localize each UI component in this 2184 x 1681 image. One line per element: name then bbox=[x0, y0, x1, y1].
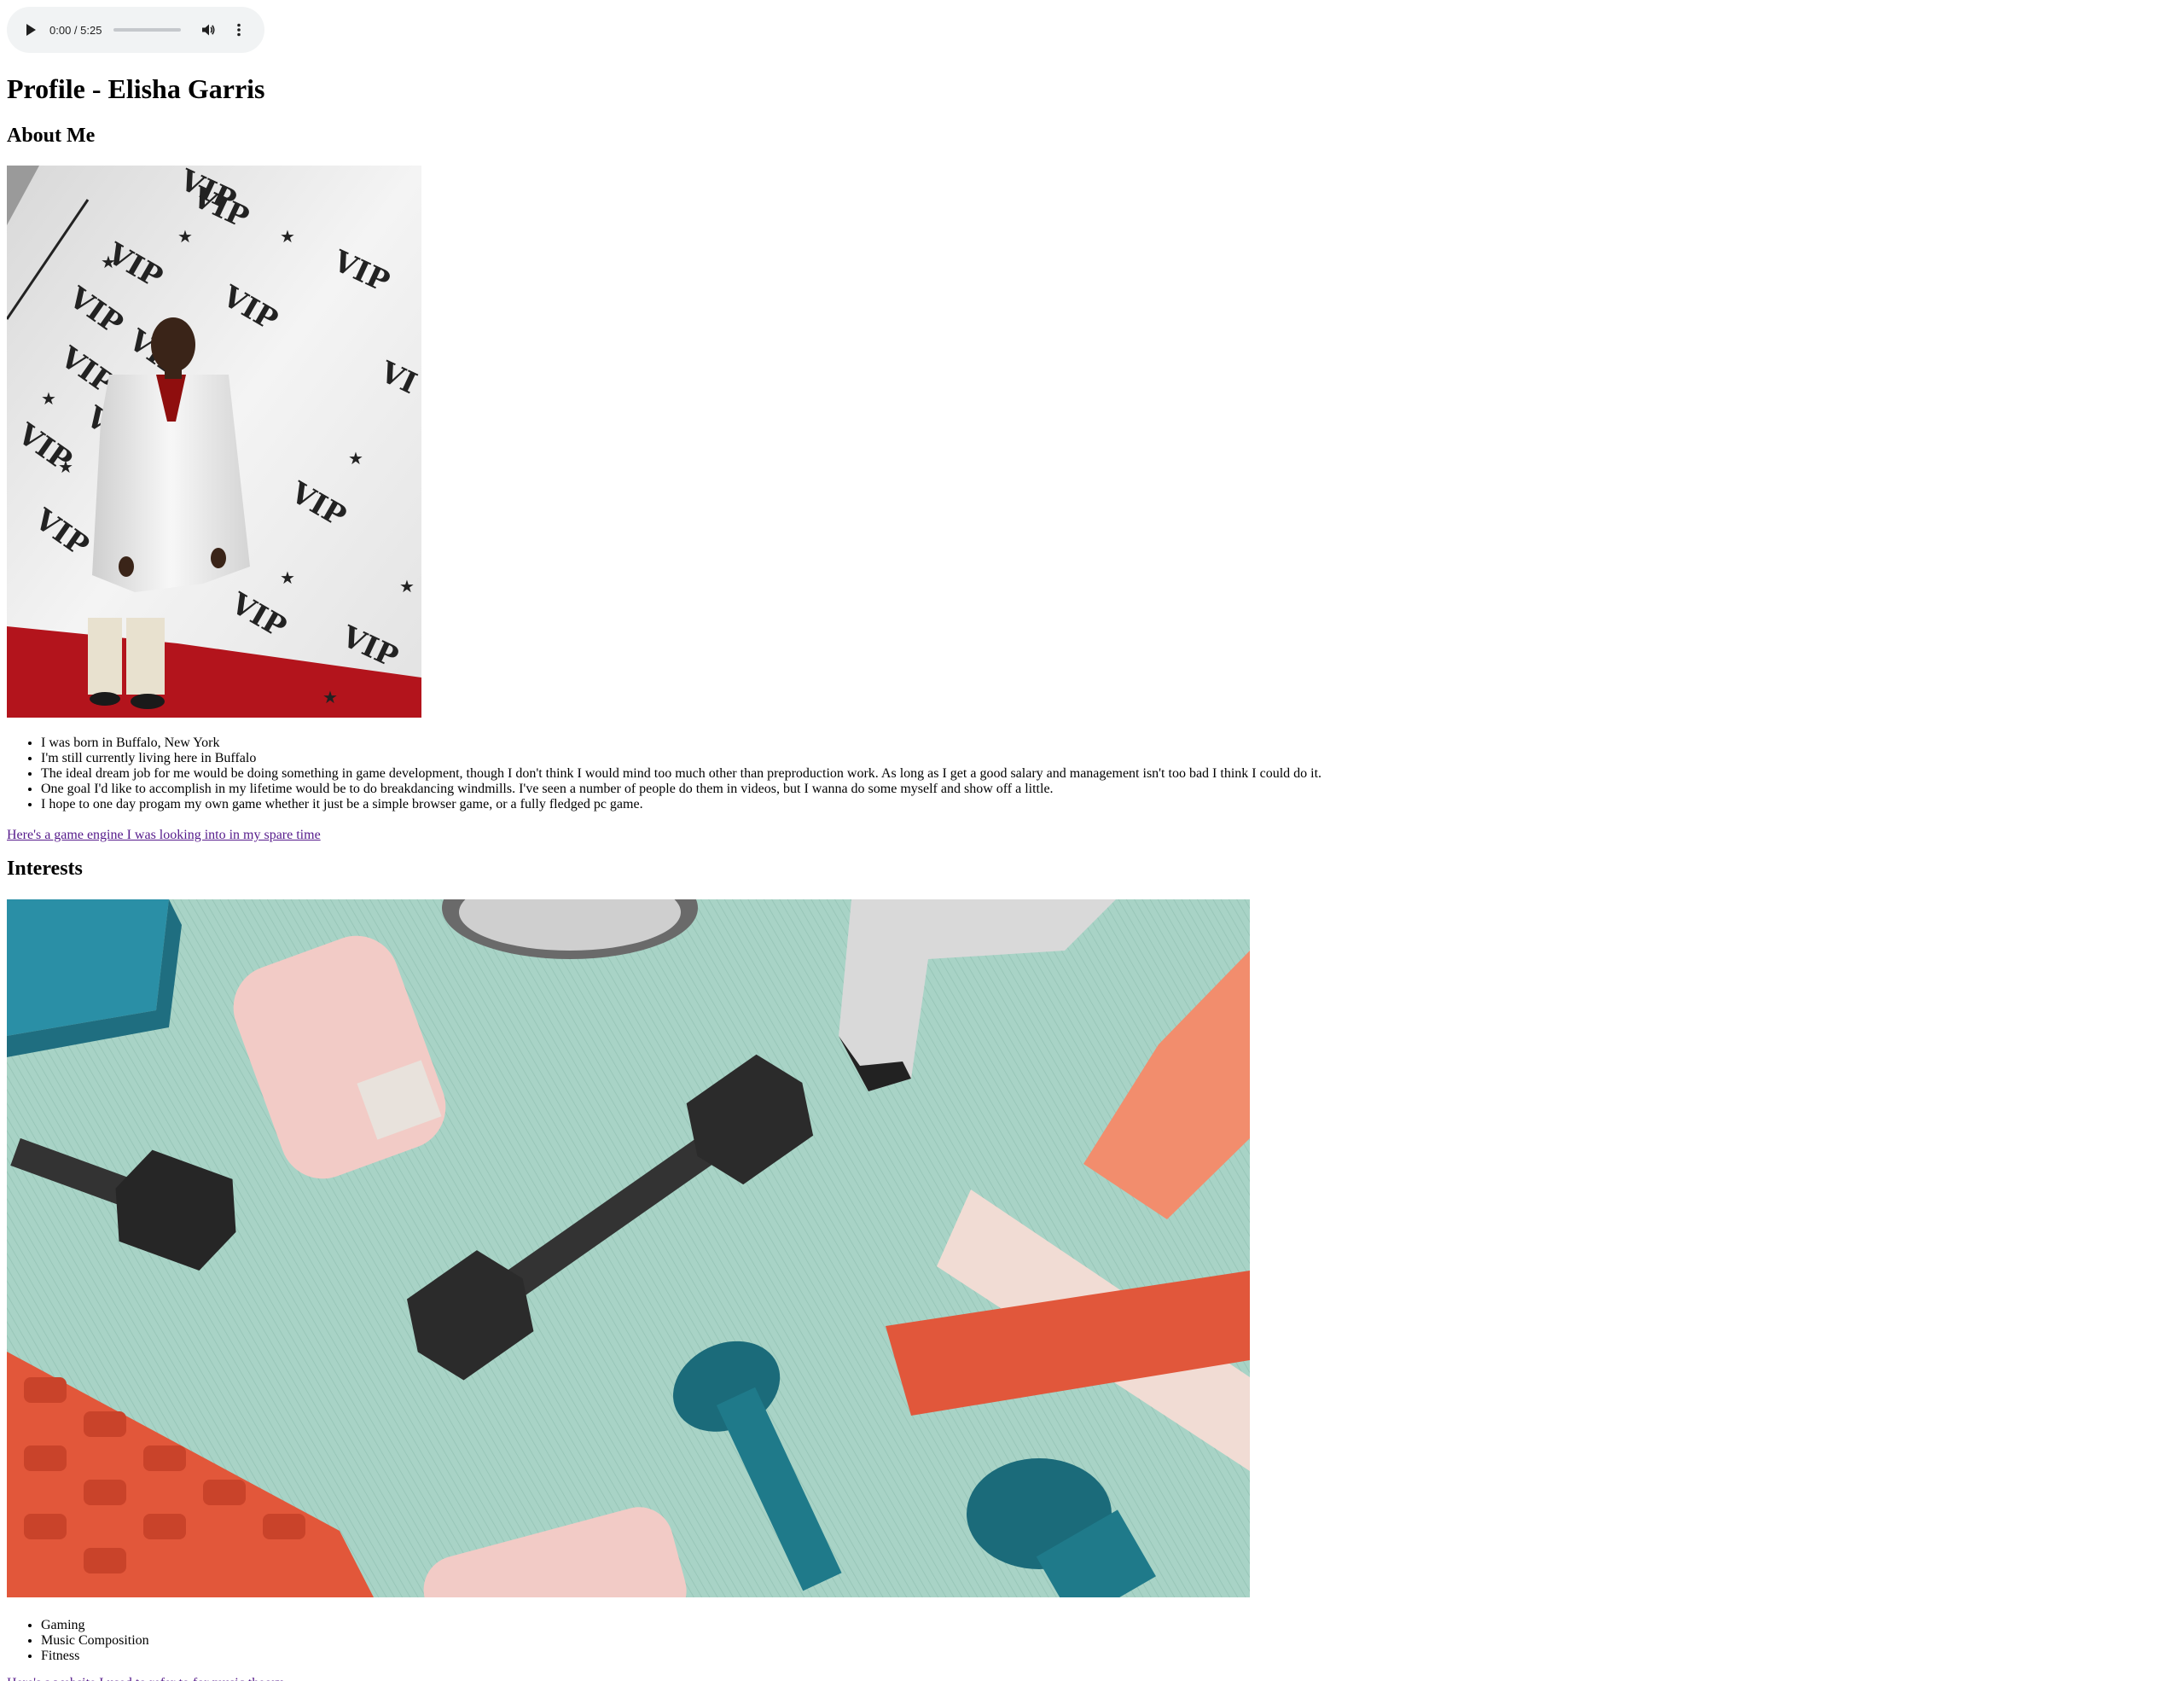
list-item: I was born in Buffalo, New York bbox=[41, 736, 1321, 751]
svg-text:★: ★ bbox=[348, 450, 363, 468]
list-item: I'm still currently living here in Buffa… bbox=[41, 751, 1321, 766]
about-list: I was born in Buffalo, New York I'm stil… bbox=[7, 736, 1321, 812]
audio-player[interactable]: 0:00 / 5:25 bbox=[7, 7, 264, 53]
list-item: One goal I'd like to accomplish in my li… bbox=[41, 782, 1321, 797]
interests-heading: Interests bbox=[7, 858, 83, 880]
list-item: Gaming bbox=[41, 1618, 149, 1633]
more-options-icon[interactable] bbox=[230, 21, 247, 38]
list-item: The ideal dream job for me would be doin… bbox=[41, 766, 1321, 782]
profile-photo: VIP VIP VIP VIP VIP VIP VIP VIP VI VIP V… bbox=[7, 166, 421, 718]
svg-text:★: ★ bbox=[177, 228, 193, 247]
list-item: Fitness bbox=[41, 1649, 149, 1664]
svg-text:★: ★ bbox=[322, 689, 338, 707]
interests-list: Gaming Music Composition Fitness bbox=[7, 1618, 149, 1664]
svg-text:★: ★ bbox=[58, 458, 73, 477]
game-engine-link[interactable]: Here's a game engine I was looking into … bbox=[7, 828, 321, 843]
svg-text:★: ★ bbox=[41, 390, 56, 409]
svg-text:★: ★ bbox=[399, 578, 415, 596]
volume-icon[interactable] bbox=[200, 21, 217, 38]
list-item: I hope to one day progam my own game whe… bbox=[41, 797, 1321, 812]
play-icon[interactable] bbox=[22, 21, 39, 38]
audio-time: 0:00 / 5:25 bbox=[49, 23, 102, 37]
page-title: Profile - Elisha Garris bbox=[7, 73, 265, 104]
svg-text:★: ★ bbox=[280, 228, 295, 247]
audio-progress-slider[interactable] bbox=[113, 28, 181, 32]
about-heading: About Me bbox=[7, 125, 96, 147]
svg-text:★: ★ bbox=[101, 253, 116, 272]
list-item: Music Composition bbox=[41, 1633, 149, 1649]
music-theory-link[interactable]: Here's a website I used to refer to for … bbox=[7, 1676, 283, 1681]
fitness-photo bbox=[7, 899, 1250, 1597]
svg-text:★: ★ bbox=[280, 569, 295, 588]
